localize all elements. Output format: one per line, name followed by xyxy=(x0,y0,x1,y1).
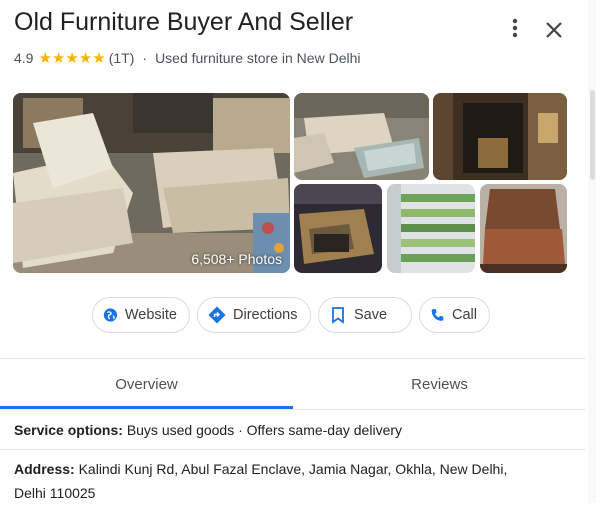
tab-overview-label: Overview xyxy=(115,375,178,393)
photo-thumbnail[interactable] xyxy=(294,93,429,180)
website-label: Website xyxy=(124,307,177,323)
armchair-photo-image xyxy=(294,184,382,273)
save-button[interactable]: Save xyxy=(318,297,412,333)
address-value[interactable]: Kalindi Kunj Rd, Abul Fazal Enclave, Jam… xyxy=(79,461,508,477)
divider xyxy=(0,449,586,450)
showroom-photo-image xyxy=(433,93,567,180)
shelves-photo-image xyxy=(387,184,475,273)
tab-overview[interactable]: Overview xyxy=(0,360,293,408)
website-button[interactable]: Website xyxy=(92,297,190,333)
tab-reviews[interactable]: Reviews xyxy=(293,360,586,408)
directions-icon xyxy=(208,306,226,324)
address-value-line-2[interactable]: Delhi 110025 xyxy=(14,481,507,505)
globe-icon xyxy=(103,308,118,322)
tab-reviews-label: Reviews xyxy=(411,375,468,393)
call-label: Call xyxy=(452,307,477,323)
photo-thumbnail[interactable] xyxy=(480,184,567,273)
sofa-table-photo-image xyxy=(294,93,429,180)
close-button[interactable] xyxy=(540,16,568,44)
scrollbar-thumb[interactable] xyxy=(590,90,595,180)
main-photo[interactable]: 6,508+ Photos xyxy=(13,93,290,273)
scrollbar-track[interactable] xyxy=(588,0,596,503)
more-options-button[interactable] xyxy=(503,14,527,42)
service-options-value: Buys used goods · Offers same-day delive… xyxy=(126,422,403,438)
close-icon xyxy=(546,22,562,38)
address-label: Address: xyxy=(14,461,75,477)
action-buttons: Website Directions Save Call xyxy=(92,297,497,333)
save-label: Save xyxy=(354,307,388,323)
divider xyxy=(0,409,586,410)
photo-thumbnail[interactable] xyxy=(387,184,475,273)
directions-label: Directions xyxy=(233,307,298,323)
call-button[interactable]: Call xyxy=(419,297,490,333)
directions-button[interactable]: Directions xyxy=(197,297,311,333)
sofa-photo-image xyxy=(13,93,290,273)
photo-thumbnail[interactable] xyxy=(294,184,382,273)
service-options: Service options: Buys used goods · Offer… xyxy=(14,418,402,442)
phone-icon xyxy=(431,309,444,321)
photo-count-label: 6,508+ Photos xyxy=(191,251,282,267)
review-count[interactable]: (1T) xyxy=(109,50,135,66)
divider xyxy=(0,358,586,359)
photo-thumbnail[interactable] xyxy=(433,93,567,180)
rating-row: 4.9 ★★★★★ (1T) · Used furniture store in… xyxy=(14,49,360,67)
star-rating-icon: ★★★★★ xyxy=(38,50,106,67)
place-title: Old Furniture Buyer And Seller xyxy=(14,8,354,36)
bookmark-icon xyxy=(332,307,344,324)
patterned-chair-photo-image xyxy=(480,184,567,273)
rating-value: 4.9 xyxy=(14,50,34,66)
place-category: Used furniture store in New Delhi xyxy=(155,50,361,66)
separator-dot: · xyxy=(142,50,148,66)
more-vert-icon xyxy=(512,18,518,38)
service-options-label: Service options: xyxy=(14,422,123,438)
address: Address: Kalindi Kunj Rd, Abul Fazal Enc… xyxy=(14,457,507,505)
